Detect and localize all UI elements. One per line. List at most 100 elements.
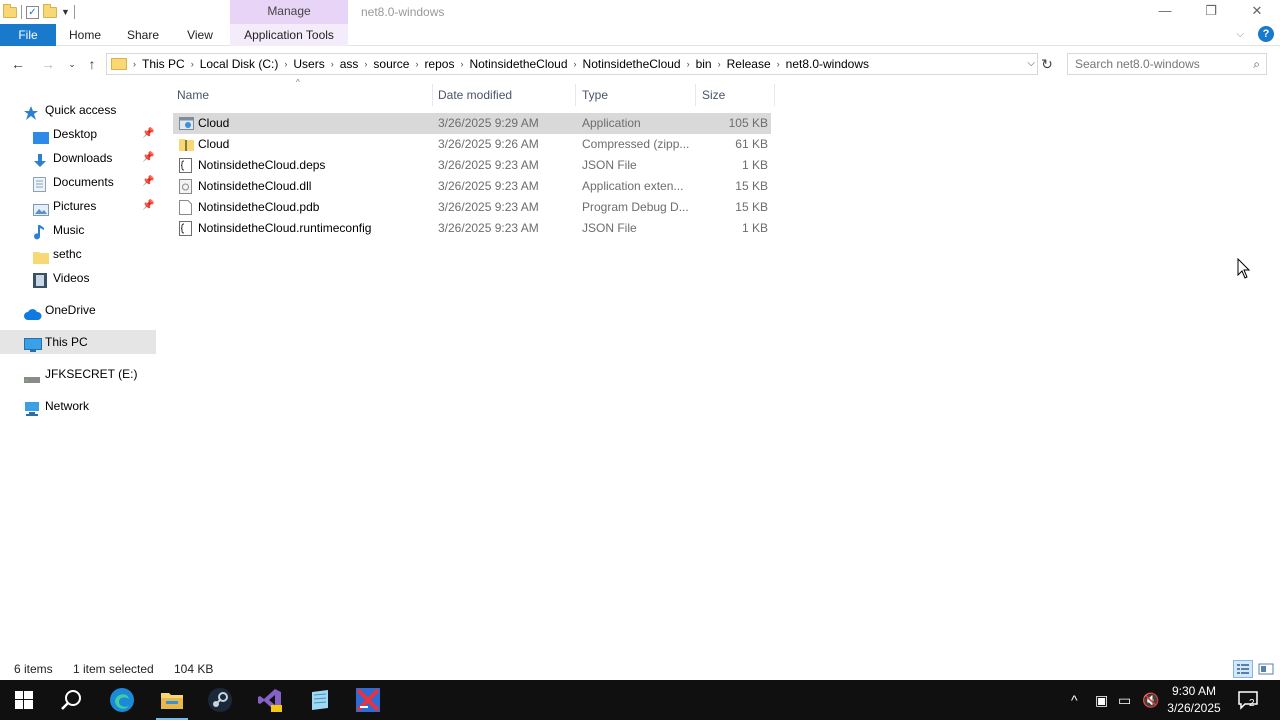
edge-icon[interactable] bbox=[98, 680, 146, 720]
volume-muted-icon[interactable]: 🔇 bbox=[1142, 680, 1159, 720]
windows-start-icon[interactable] bbox=[0, 680, 48, 720]
details-view-button[interactable] bbox=[1233, 660, 1253, 678]
pin-icon[interactable]: 📌 bbox=[142, 194, 154, 218]
music-icon bbox=[33, 224, 47, 240]
back-button[interactable]: ← bbox=[8, 54, 28, 74]
sidebar-item-network[interactable]: Network bbox=[0, 394, 156, 418]
sidebar-item-music[interactable]: Music bbox=[0, 218, 156, 242]
download-icon bbox=[33, 152, 47, 167]
sidebar-item-quick-access[interactable]: Quick access bbox=[0, 98, 156, 122]
sidebar-item-label: Downloads bbox=[53, 151, 113, 165]
device-icon[interactable]: ▣ bbox=[1095, 680, 1108, 720]
sidebar-item-desktop[interactable]: Desktop 📌 bbox=[0, 122, 156, 146]
column-header-date-modified[interactable]: Date modified bbox=[432, 84, 576, 106]
refresh-icon[interactable]: ↻ bbox=[1038, 53, 1056, 75]
breadcrumb-item[interactable]: ass bbox=[334, 57, 365, 71]
breadcrumb-item[interactable]: repos bbox=[418, 57, 460, 71]
title-bar: ✓ ▼ Manage net8.0-windows — ❐ ✕ bbox=[0, 0, 1280, 24]
sidebar-item-jfksecret-e[interactable]: JFKSECRET (E:) bbox=[0, 362, 156, 386]
navigation-bar: ← → ⌄ ↑ › This PC › Local Disk (C:) › Users ›… bbox=[0, 50, 1280, 78]
file-type: Application bbox=[582, 116, 641, 130]
folder-icon bbox=[3, 3, 17, 18]
breadcrumb-item[interactable]: Release bbox=[721, 57, 777, 71]
sidebar-item-onedrive[interactable]: OneDrive bbox=[0, 298, 156, 322]
notepad-icon[interactable] bbox=[296, 680, 344, 720]
network-tray-icon[interactable]: ▭ bbox=[1118, 680, 1131, 720]
status-bar: 6 items 1 item selected 104 KB bbox=[0, 658, 1280, 680]
file-name: Cloud bbox=[198, 137, 230, 151]
sidebar-item-label: OneDrive bbox=[45, 303, 96, 317]
sidebar-item-videos[interactable]: Videos bbox=[0, 266, 156, 290]
recent-locations-button[interactable]: ⌄ bbox=[62, 54, 82, 74]
search-icon[interactable] bbox=[48, 680, 96, 720]
file-type: JSON File bbox=[582, 221, 637, 235]
sidebar-item-documents[interactable]: Documents 📌 bbox=[0, 170, 156, 194]
sidebar-item-label: Desktop bbox=[53, 127, 98, 141]
address-dropdown-icon[interactable]: ⌵ bbox=[1027, 54, 1035, 74]
file-size: 1 KB bbox=[741, 221, 768, 235]
breadcrumb-item[interactable]: Users bbox=[287, 57, 330, 71]
breadcrumb-item[interactable]: source bbox=[367, 57, 415, 71]
sidebar-item-downloads[interactable]: Downloads 📌 bbox=[0, 146, 156, 170]
new-folder-icon[interactable] bbox=[43, 3, 57, 18]
sidebar-item-this-pc[interactable]: This PC bbox=[0, 330, 156, 354]
notification-center-icon[interactable]: 2 bbox=[1236, 688, 1260, 712]
column-header-size[interactable]: Size bbox=[696, 84, 775, 106]
visual-studio-icon[interactable] bbox=[246, 680, 294, 720]
up-button[interactable]: ↑ bbox=[82, 54, 102, 74]
column-header-type[interactable]: Type bbox=[576, 84, 696, 106]
notification-count: 2 bbox=[1249, 698, 1255, 709]
breadcrumb-item[interactable]: This PC bbox=[136, 57, 191, 71]
minimize-button[interactable]: — bbox=[1142, 0, 1188, 24]
close-button[interactable]: ✕ bbox=[1234, 0, 1280, 24]
file-size: 105 KB bbox=[728, 116, 768, 130]
folder-icon bbox=[33, 248, 49, 264]
breadcrumb-item[interactable]: NotinsidetheCloud bbox=[577, 57, 687, 71]
drive-icon bbox=[24, 368, 40, 383]
sidebar-item-label: Music bbox=[53, 223, 85, 237]
json-file-icon bbox=[179, 158, 193, 173]
breadcrumb-item[interactable]: bin bbox=[690, 57, 718, 71]
manage-context-tab[interactable]: Manage bbox=[230, 0, 348, 24]
tab-file[interactable]: File bbox=[0, 24, 56, 46]
file-row[interactable]: NotinsidetheCloud.pdb 3/26/2025 9:23 AM Pr… bbox=[173, 197, 771, 218]
tab-application-tools[interactable]: Application Tools bbox=[230, 24, 348, 46]
maximize-button[interactable]: ❐ bbox=[1188, 0, 1234, 24]
file-type: Application exten... bbox=[582, 179, 684, 193]
sidebar-item-pictures[interactable]: Pictures 📌 bbox=[0, 194, 156, 218]
pin-icon[interactable]: 📌 bbox=[142, 122, 154, 146]
chevron-up-icon[interactable]: ^ bbox=[1071, 680, 1078, 720]
tab-home[interactable]: Home bbox=[62, 24, 108, 46]
large-icons-view-button[interactable] bbox=[1256, 660, 1276, 678]
file-explorer-icon[interactable] bbox=[148, 680, 196, 720]
forward-button[interactable]: → bbox=[38, 54, 58, 74]
file-row[interactable]: NotinsidetheCloud.runtimeconfig 3/26/2025… bbox=[173, 218, 771, 239]
zip-folder-icon bbox=[179, 137, 194, 152]
tab-view[interactable]: View bbox=[178, 24, 222, 46]
file-row[interactable]: NotinsidetheCloud.dll 3/26/2025 9:23 AM Ap… bbox=[173, 176, 771, 197]
pin-icon[interactable]: 📌 bbox=[142, 146, 154, 170]
breadcrumb-item[interactable]: net8.0-windows bbox=[780, 57, 875, 71]
customize-toolbar-icon[interactable]: ▼ bbox=[61, 7, 70, 17]
file-row[interactable]: Cloud 3/26/2025 9:26 AM Compressed (zipp..… bbox=[173, 134, 771, 155]
breadcrumb-item[interactable]: Local Disk (C:) bbox=[194, 57, 285, 71]
file-row[interactable]: NotinsidetheCloud.deps 3/26/2025 9:23 AM J… bbox=[173, 155, 771, 176]
file-date-modified: 3/26/2025 9:23 AM bbox=[438, 158, 539, 172]
jetbrains-icon[interactable] bbox=[344, 680, 392, 720]
search-input[interactable]: Search net8.0-windows ⌕ bbox=[1067, 53, 1267, 75]
file-size: 1 KB bbox=[741, 158, 768, 172]
address-bar[interactable]: › This PC › Local Disk (C:) › Users › ass › sour… bbox=[106, 53, 1038, 75]
breadcrumb-item[interactable]: NotinsidetheCloud bbox=[463, 57, 573, 71]
system-clock[interactable]: 9:30 AM 3/26/2025 bbox=[1160, 683, 1228, 717]
expand-ribbon-icon[interactable]: ⌵ bbox=[1236, 29, 1244, 40]
file-date-modified: 3/26/2025 9:23 AM bbox=[438, 221, 539, 235]
help-icon[interactable]: ? bbox=[1258, 26, 1274, 42]
file-name: Cloud bbox=[198, 116, 230, 130]
file-row[interactable]: Cloud 3/26/2025 9:29 AM Application 105 KB bbox=[173, 113, 771, 134]
properties-icon[interactable]: ✓ bbox=[26, 5, 39, 19]
column-header-name[interactable]: Name bbox=[171, 84, 433, 106]
sidebar-item-sethc[interactable]: sethc bbox=[0, 242, 156, 266]
tab-share[interactable]: Share bbox=[120, 24, 166, 46]
pin-icon[interactable]: 📌 bbox=[142, 170, 154, 194]
steam-icon[interactable] bbox=[196, 680, 244, 720]
